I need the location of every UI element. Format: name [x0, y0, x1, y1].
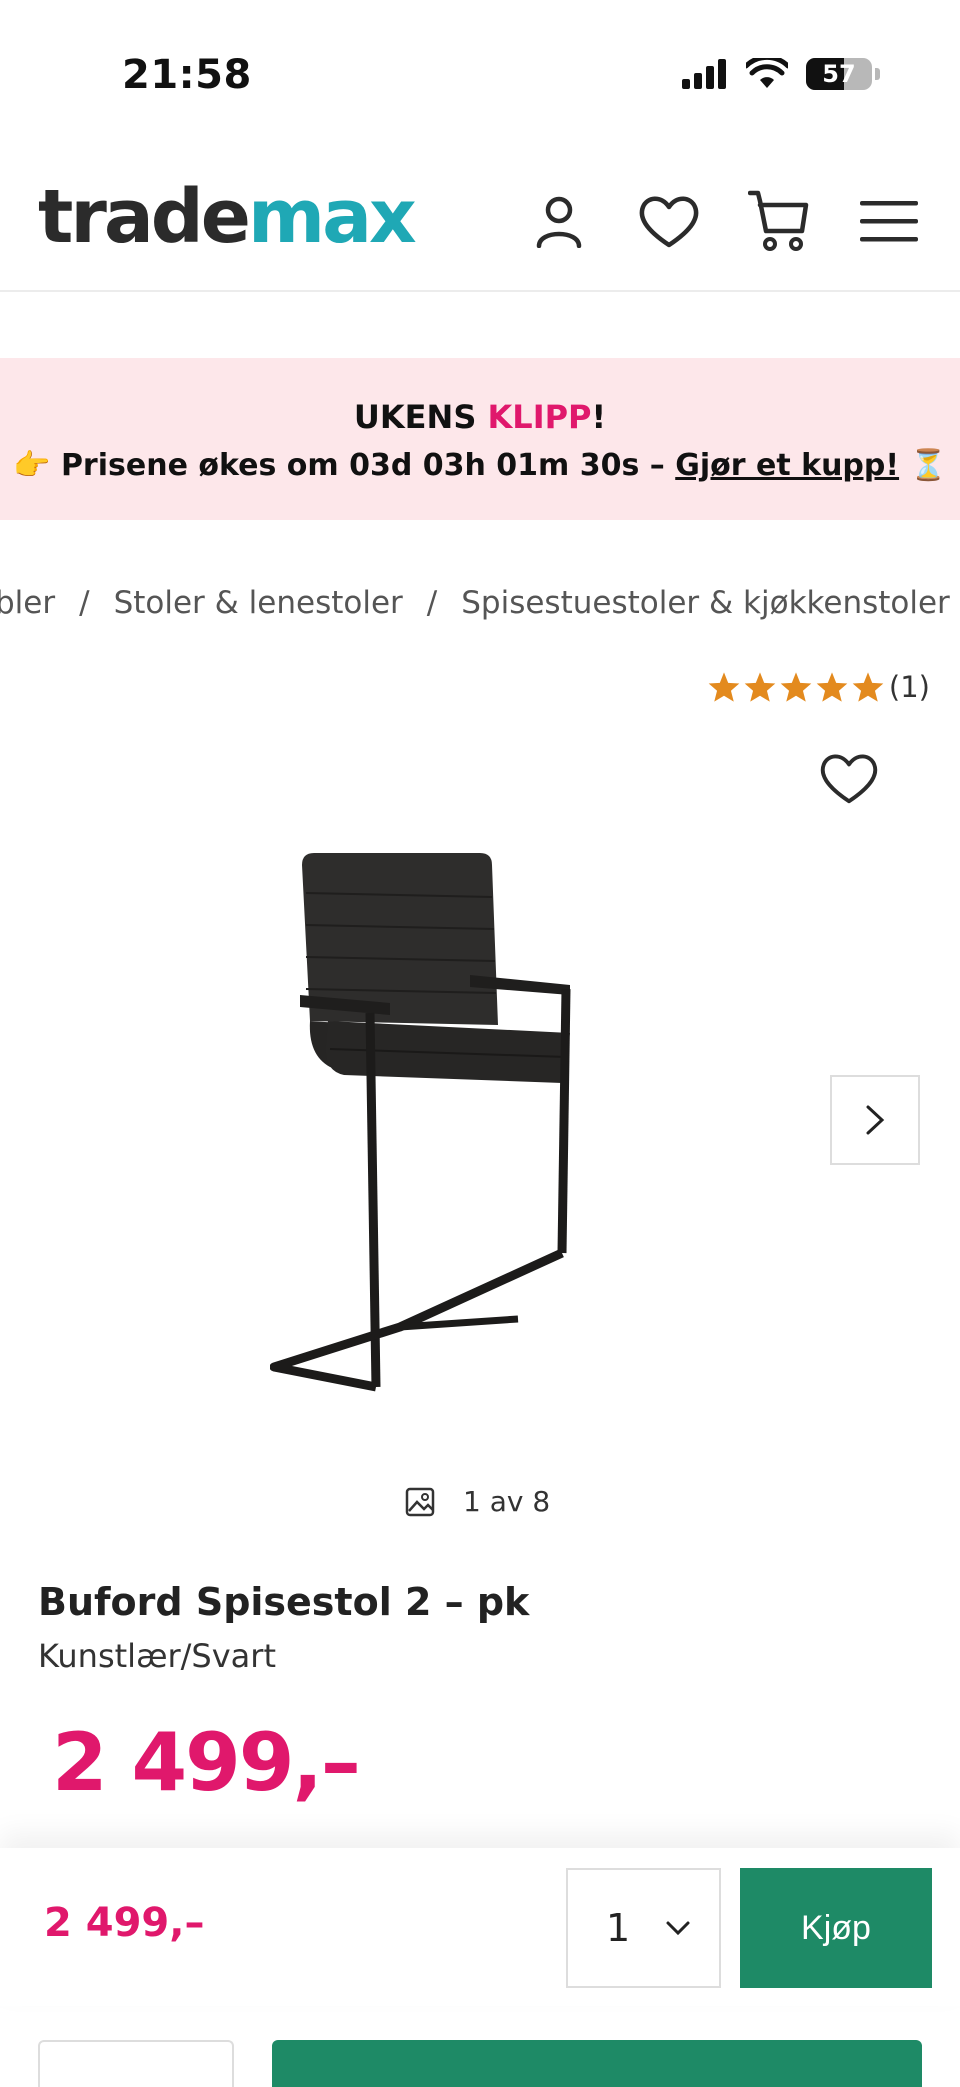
chevron-down-icon — [666, 1921, 690, 1936]
promo-title-prefix: UKENS — [353, 398, 488, 436]
gallery-counter-text: 1 av 8 — [463, 1485, 551, 1518]
add-to-cart-peek[interactable] — [272, 2040, 922, 2087]
promo-title-accent: KLIPP — [487, 398, 592, 436]
breadcrumb-separator: / — [426, 585, 438, 621]
secondary-action-peek[interactable] — [38, 2040, 234, 2087]
add-to-wishlist-heart-icon[interactable] — [818, 750, 888, 816]
cart-icon[interactable] — [744, 186, 814, 256]
star-icon — [708, 672, 740, 702]
trademax-logo[interactable]: trademax — [38, 180, 417, 254]
product-price: 2 499,– — [52, 1716, 361, 1809]
battery-percent: 57 — [822, 60, 856, 88]
product-image[interactable] — [270, 835, 690, 1395]
rating-stars — [707, 671, 885, 703]
logo-part-trade: trade — [38, 174, 251, 260]
star-icon — [780, 672, 812, 702]
promo-countdown: 👉 Prisene økes om 03d 03h 01m 30s – Gjør… — [0, 448, 960, 483]
promo-title: UKENS KLIPP! — [0, 398, 960, 436]
next-image-button[interactable] — [830, 1075, 920, 1165]
product-rating[interactable]: (1) — [707, 670, 930, 704]
quantity-select[interactable]: 1 — [566, 1868, 721, 1988]
gallery-counter[interactable]: 1 av 8 — [405, 1485, 550, 1518]
signal-icon — [682, 59, 726, 89]
battery-icon: 57 — [806, 58, 872, 90]
hourglass-icon: ⏳ — [909, 448, 947, 483]
star-icon — [852, 672, 884, 702]
pointing-hand-icon: 👉 — [13, 448, 51, 483]
quantity-value: 1 — [606, 1906, 631, 1950]
breadcrumb-item-furniture[interactable]: bler — [0, 585, 55, 621]
promo-banner: UKENS KLIPP! 👉 Prisene økes om 03d 03h 0… — [0, 358, 960, 520]
buybar-price: 2 499,– — [44, 1900, 205, 1946]
sticky-buy-bar: 2 499,– 1 Kjøp — [0, 1848, 960, 2006]
breadcrumb: bler / Stoler & lenestoler / Spisestuestoler… — [0, 585, 950, 621]
site-header: trademax — [0, 150, 960, 292]
image-icon — [405, 1487, 435, 1516]
product-title: Buford Spisestol 2 – pk — [38, 1580, 530, 1624]
chevron-right-icon — [866, 1105, 885, 1135]
wishlist-heart-icon[interactable] — [634, 186, 704, 256]
header-actions — [524, 186, 924, 256]
logo-part-max: max — [247, 174, 417, 260]
star-icon — [816, 672, 848, 702]
battery-nub — [875, 68, 880, 80]
account-icon[interactable] — [524, 186, 594, 256]
wifi-icon — [746, 58, 788, 88]
breadcrumb-item-chairs[interactable]: Stoler & lenestoler — [114, 585, 403, 621]
promo-message: Prisene økes om 03d 03h 01m 30s – — [60, 448, 676, 483]
breadcrumb-separator: / — [79, 585, 90, 621]
status-time: 21:58 — [122, 52, 252, 98]
buy-button[interactable]: Kjøp — [740, 1868, 932, 1988]
promo-deal-link[interactable]: Gjør et kupp! — [675, 448, 899, 483]
status-bar: 21:58 57 — [0, 0, 960, 150]
menu-icon[interactable] — [854, 186, 924, 256]
product-variant: Kunstlær/Svart — [38, 1637, 276, 1675]
rating-count: (1) — [888, 670, 930, 704]
promo-title-suffix: ! — [591, 398, 607, 436]
star-icon — [744, 672, 776, 702]
breadcrumb-item-dining-chairs[interactable]: Spisestuestoler & kjøkkenstoler — [461, 585, 950, 621]
status-icons: 57 — [682, 58, 880, 90]
